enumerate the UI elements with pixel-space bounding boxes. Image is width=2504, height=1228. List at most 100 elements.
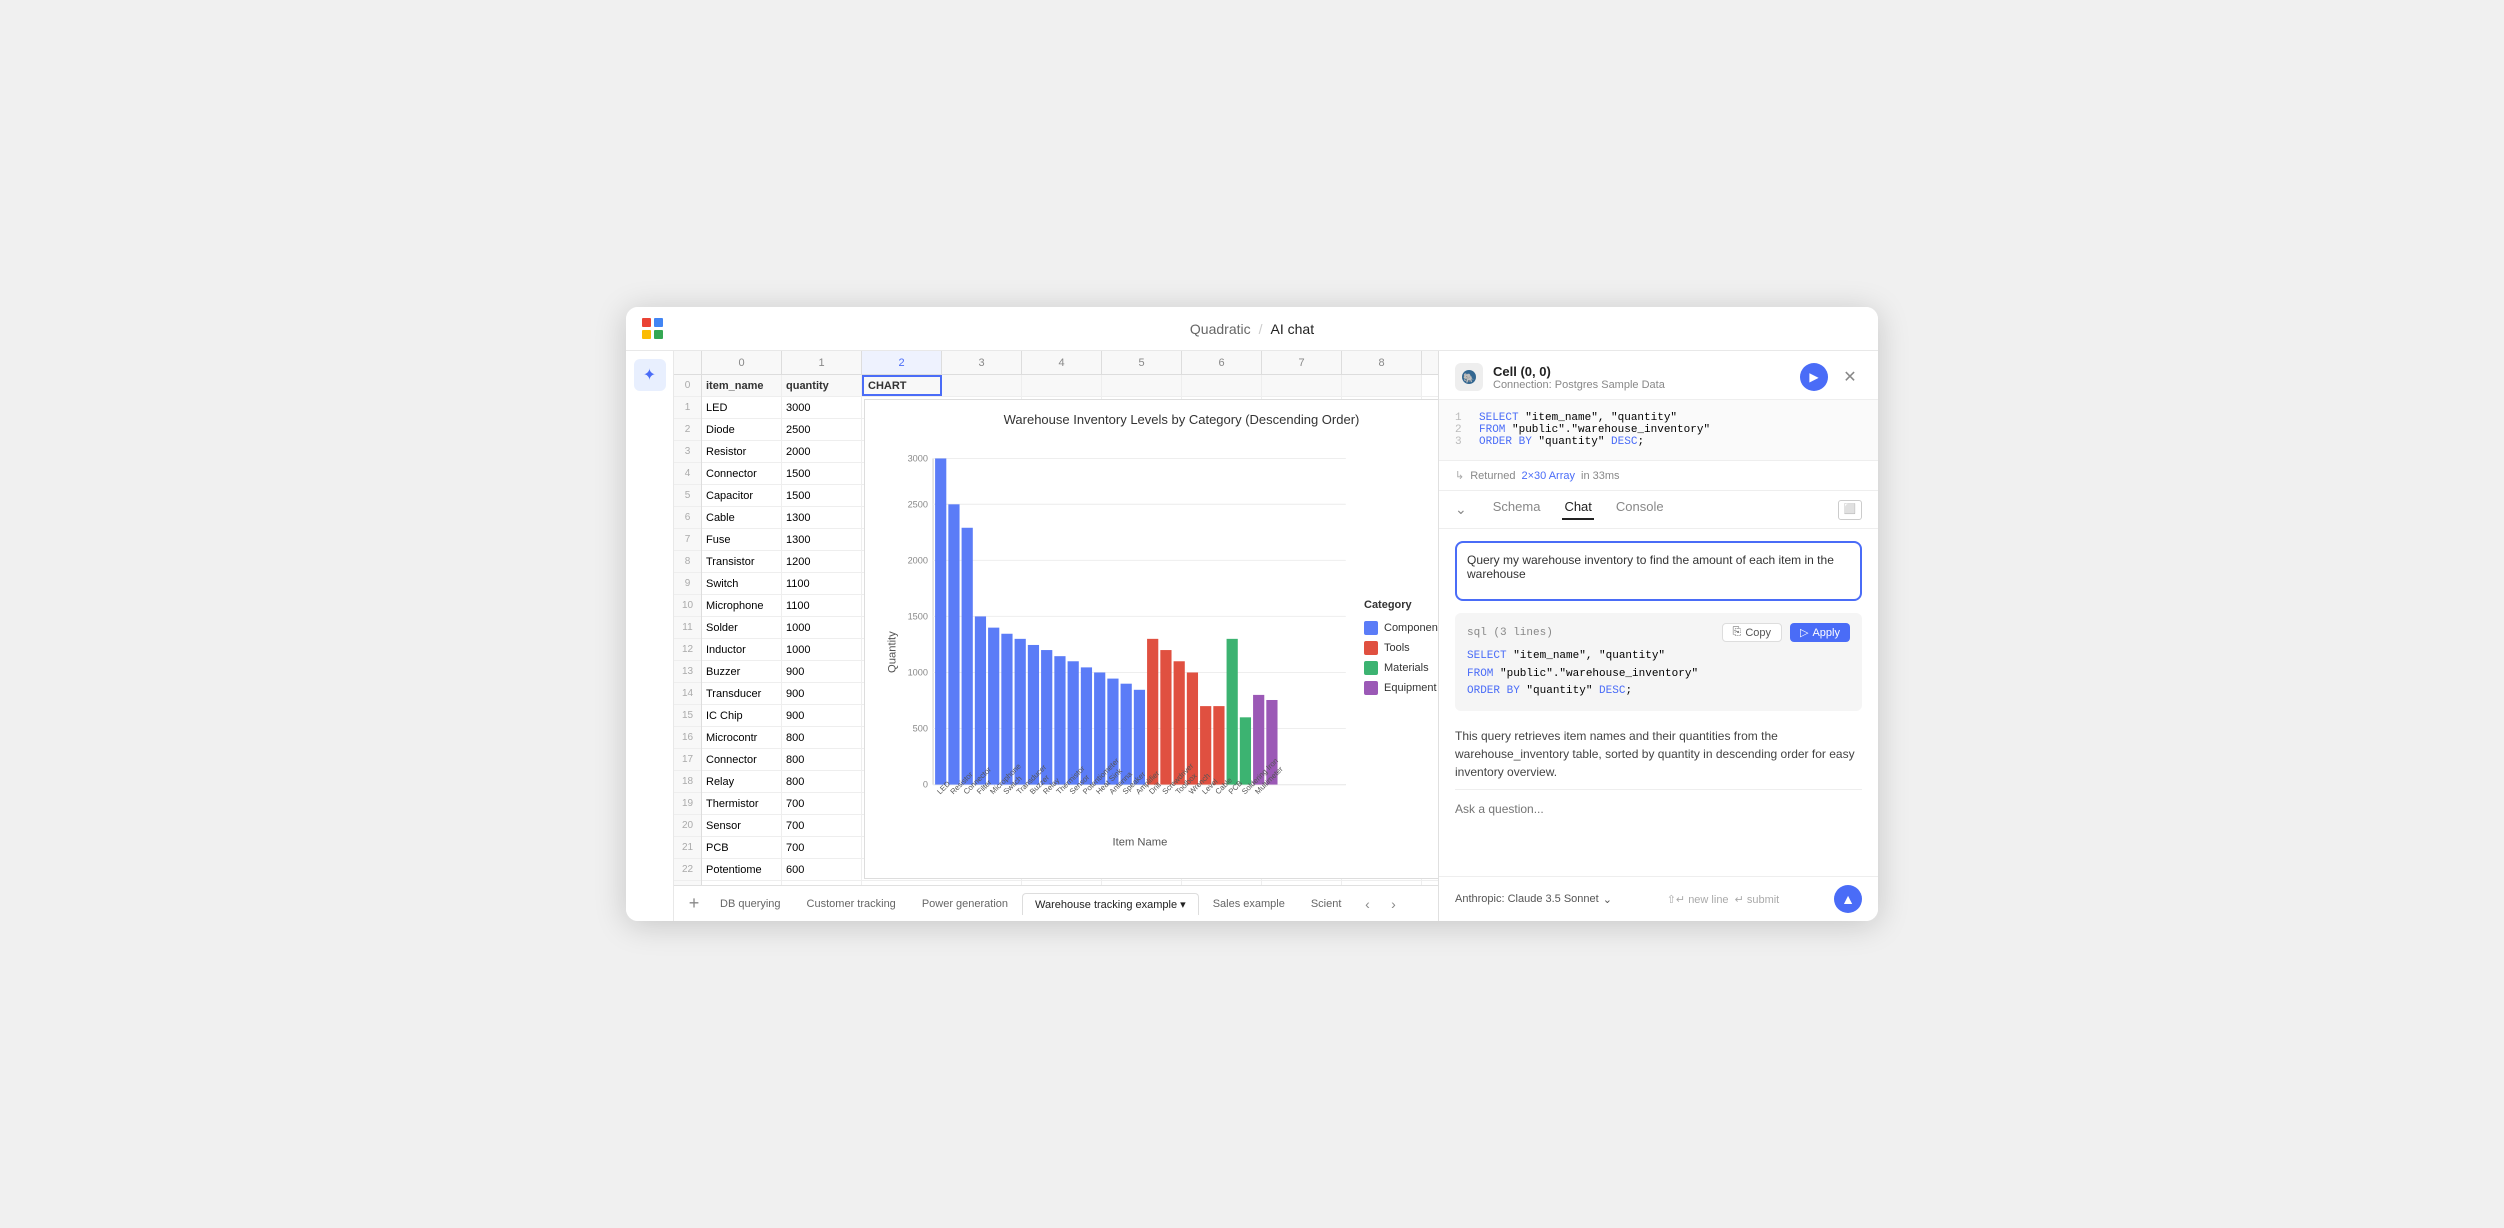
page-title: AI chat bbox=[1271, 321, 1315, 337]
snippet-select: SELECT bbox=[1467, 650, 1507, 662]
apply-label: Apply bbox=[1812, 627, 1840, 639]
svg-text:Quantity: Quantity bbox=[886, 631, 898, 673]
left-toolbar: ✦ bbox=[626, 351, 674, 921]
svg-text:500: 500 bbox=[913, 724, 928, 734]
svg-text:1000: 1000 bbox=[908, 668, 928, 678]
model-dropdown-icon: ⌄ bbox=[1603, 893, 1612, 906]
apply-icon: ▷ bbox=[1800, 626, 1808, 639]
tab-schema[interactable]: Schema bbox=[1491, 499, 1543, 520]
expand-button[interactable]: ⬜ bbox=[1838, 500, 1862, 520]
tab-chat[interactable]: Chat bbox=[1562, 499, 1593, 520]
cell-0-1[interactable]: quantity bbox=[782, 375, 862, 396]
returned-value: 2×30 Array bbox=[1521, 470, 1575, 482]
cell-info-title: Cell (0, 0) bbox=[1493, 364, 1665, 379]
tab-console[interactable]: Console bbox=[1614, 499, 1666, 520]
panel-footer: Anthropic: Claude 3.5 Sonnet ⌄ ⇧↵ new li… bbox=[1439, 876, 1878, 921]
legend-item-components: Components bbox=[1364, 621, 1438, 635]
snippet-cols: "item_name", "quantity" bbox=[1507, 650, 1665, 662]
corner-header bbox=[674, 351, 702, 374]
right-panel: 🐘 Cell (0, 0) Connection: Postgres Sampl… bbox=[1438, 351, 1878, 921]
legend-color-materials bbox=[1364, 661, 1378, 675]
col-header-8: 8 bbox=[1342, 351, 1422, 374]
cell-0-0[interactable]: item_name bbox=[702, 375, 782, 396]
svg-text:3000: 3000 bbox=[908, 454, 928, 464]
chart-overlay: Warehouse Inventory Levels by Category (… bbox=[864, 399, 1438, 879]
code-text: "public"."warehouse_inventory" bbox=[1505, 424, 1710, 436]
keyword-by: BY bbox=[1519, 436, 1532, 448]
copy-label: Copy bbox=[1745, 627, 1771, 639]
returned-info: ↳ Returned 2×30 Array in 33ms bbox=[1439, 461, 1878, 491]
sheet-tab-next[interactable]: › bbox=[1381, 892, 1405, 916]
user-prompt-box: Query my warehouse inventory to find the… bbox=[1455, 541, 1862, 601]
row-num-8: 8 bbox=[674, 551, 701, 573]
apply-button[interactable]: ▷ Apply bbox=[1790, 623, 1850, 642]
row-num-11: 11 bbox=[674, 617, 701, 639]
close-button[interactable]: ✕ bbox=[1838, 365, 1862, 389]
row-num-22: 22 bbox=[674, 859, 701, 881]
cell-0-7[interactable] bbox=[1262, 375, 1342, 396]
legend-label-components: Components bbox=[1384, 622, 1438, 634]
cell-0-3[interactable] bbox=[942, 375, 1022, 396]
cells-area[interactable]: item_name quantity CHART LED3000 Diode25… bbox=[702, 375, 1438, 885]
code-area: 1 SELECT "item_name", "quantity" 2 FROM … bbox=[1439, 400, 1878, 461]
col-header-0: 0 bbox=[702, 351, 782, 374]
sheet-body: 0 1 2 3 4 5 6 7 8 9 10 11 12 13 14 15 16 bbox=[674, 375, 1438, 885]
add-sheet-button[interactable]: + bbox=[682, 892, 706, 916]
row-num-6: 6 bbox=[674, 507, 701, 529]
chart-legend: Category Components Tools bbox=[1356, 435, 1438, 859]
cell-0-8[interactable] bbox=[1342, 375, 1422, 396]
row-num-18: 18 bbox=[674, 771, 701, 793]
footer-hints: ⇧↵ new line ↵ submit bbox=[1667, 893, 1780, 906]
row-num-7: 7 bbox=[674, 529, 701, 551]
chart-svg: Quantity 0 500 bbox=[877, 435, 1356, 859]
send-button[interactable]: ▲ bbox=[1834, 885, 1862, 913]
ai-description: This query retrieves item names and thei… bbox=[1455, 727, 1862, 781]
table-row: Heat Sink600 bbox=[702, 881, 1438, 885]
sheet-tab-sales[interactable]: Sales example bbox=[1201, 894, 1297, 914]
col-header-4: 4 bbox=[1022, 351, 1102, 374]
ai-icon[interactable]: ✦ bbox=[634, 359, 666, 391]
logo-green bbox=[654, 330, 663, 339]
col-header-7: 7 bbox=[1262, 351, 1342, 374]
cell-0-6[interactable] bbox=[1182, 375, 1262, 396]
legend-label-equipment: Equipment bbox=[1384, 682, 1437, 694]
sheet-tab-customer[interactable]: Customer tracking bbox=[795, 894, 908, 914]
sheet-tab-scient[interactable]: Scient bbox=[1299, 894, 1354, 914]
run-button[interactable]: ▶ bbox=[1800, 363, 1828, 391]
ask-input[interactable] bbox=[1455, 802, 1862, 816]
row-num-4: 4 bbox=[674, 463, 701, 485]
cell-0-2[interactable]: CHART bbox=[862, 375, 942, 396]
cell-0-4[interactable] bbox=[1022, 375, 1102, 396]
chart-content: Quantity 0 500 bbox=[877, 435, 1438, 859]
sheet-tab-db[interactable]: DB querying bbox=[708, 894, 793, 914]
code-line-1: 1 SELECT "item_name", "quantity" bbox=[1455, 412, 1862, 424]
code-snippet-header: sql (3 lines) ⎘ Copy ▷ Apply bbox=[1467, 623, 1850, 642]
sheet-tab-prev[interactable]: ‹ bbox=[1355, 892, 1379, 916]
chart-title: Warehouse Inventory Levels by Category (… bbox=[877, 412, 1438, 427]
sheet-tab-warehouse[interactable]: Warehouse tracking example ▾ bbox=[1022, 893, 1199, 915]
code-text: ; bbox=[1637, 436, 1644, 448]
postgres-icon: 🐘 bbox=[1455, 363, 1483, 391]
code-line-3: 3 ORDER BY "quantity" DESC; bbox=[1455, 436, 1862, 448]
return-arrow-icon: ↳ bbox=[1455, 469, 1464, 482]
app-container: Quadratic / AI chat ✦ 0 1 2 3 4 5 6 7 8 bbox=[626, 307, 1878, 921]
ask-input-area bbox=[1455, 789, 1862, 818]
code-line-2: 2 FROM "public"."warehouse_inventory" bbox=[1455, 424, 1862, 436]
model-selector[interactable]: Anthropic: Claude 3.5 Sonnet ⌄ bbox=[1455, 893, 1612, 906]
legend-color-equipment bbox=[1364, 681, 1378, 695]
legend-item-tools: Tools bbox=[1364, 641, 1438, 655]
col-header-6: 6 bbox=[1182, 351, 1262, 374]
code-text bbox=[1512, 436, 1519, 448]
submit-hint: ↵ submit bbox=[1735, 893, 1780, 906]
app-logo[interactable] bbox=[642, 318, 664, 339]
copy-button[interactable]: ⎘ Copy bbox=[1722, 623, 1783, 642]
main-area: ✦ 0 1 2 3 4 5 6 7 8 0 1 2 bbox=[626, 351, 1878, 921]
col-header-3: 3 bbox=[942, 351, 1022, 374]
collapse-button[interactable]: ⌄ bbox=[1455, 501, 1467, 518]
svg-text:2500: 2500 bbox=[908, 499, 928, 509]
row-num-3: 3 bbox=[674, 441, 701, 463]
sheet-tab-power[interactable]: Power generation bbox=[910, 894, 1020, 914]
svg-text:0: 0 bbox=[923, 780, 928, 790]
cell-0-5[interactable] bbox=[1102, 375, 1182, 396]
title-bar: Quadratic / AI chat bbox=[626, 307, 1878, 351]
